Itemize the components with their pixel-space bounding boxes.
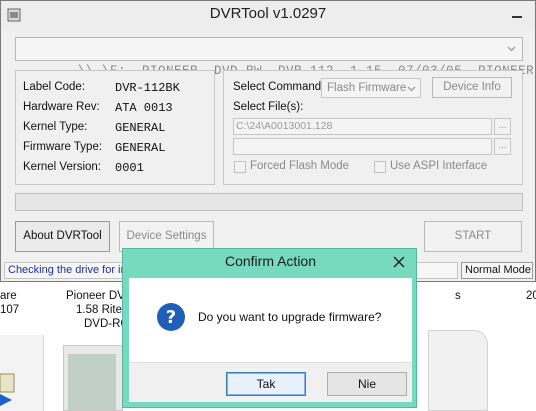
confirm-dialog: Confirm Action ? Do you want to upgrade … <box>122 248 417 408</box>
no-button[interactable]: Nie <box>327 372 407 396</box>
bg-file-label: 107 <box>0 304 20 316</box>
document-icon <box>428 330 488 411</box>
bg-file-label: Pioneer DV <box>66 290 125 302</box>
bg-file-label: s <box>455 290 461 302</box>
select-files-label: Select File(s): <box>233 101 304 113</box>
info-value: DVR-112BK <box>115 81 180 95</box>
bg-thumbnail-image <box>68 354 116 410</box>
progress-bar <box>15 193 523 211</box>
start-button[interactable]: START <box>424 221 522 252</box>
svg-text:?: ? <box>166 307 176 328</box>
info-value: GENERAL <box>115 141 166 155</box>
forced-flash-checkbox[interactable] <box>234 161 246 173</box>
info-label: Hardware Rev: <box>23 101 100 113</box>
info-label: Label Code: <box>23 81 86 93</box>
bg-file-label: 1.58 Ritel <box>76 304 125 316</box>
dialog-title: Confirm Action <box>224 253 317 269</box>
installer-icon <box>0 373 15 406</box>
command-panel: Select Command: Flash Firmware Device In… <box>223 70 523 185</box>
info-label: Firmware Type: <box>23 141 103 153</box>
chevron-down-icon <box>507 46 516 52</box>
file1-field[interactable]: C:\24\A0013001.128 <box>233 118 492 135</box>
dialog-body: ? Do you want to upgrade firmware? Tak N… <box>129 278 412 402</box>
browse-file1-button[interactable]: ... <box>494 118 511 135</box>
info-value: GENERAL <box>115 121 166 135</box>
question-icon: ? <box>157 303 185 331</box>
info-value: 0001 <box>115 161 144 175</box>
browse-file2-button[interactable]: ... <box>494 138 511 155</box>
minimize-icon[interactable] <box>507 4 527 24</box>
info-value: ATA 0013 <box>115 101 173 115</box>
aspi-label: Use ASPI Interface <box>390 160 488 172</box>
title-bar[interactable]: DVRTool v1.0297 <box>1 1 535 31</box>
bg-file-label: 20 <box>526 290 536 302</box>
device-info-button[interactable]: Device Info <box>432 77 512 98</box>
drive-info-panel: Label Code: DVR-112BK Hardware Rev: ATA … <box>15 70 215 185</box>
window-title: DVRTool v1.0297 <box>209 5 327 22</box>
dialog-message: Do you want to upgrade firmware? <box>198 310 382 324</box>
info-label: Kernel Type: <box>23 121 88 133</box>
drive-selector[interactable]: \\.\F: PIONEER DVD-RW DVR-112 1.15 07/03… <box>15 37 534 78</box>
aspi-checkbox[interactable] <box>374 161 386 173</box>
about-button[interactable]: About DVRTool <box>15 221 110 252</box>
command-select-value: Flash Firmware <box>327 82 407 94</box>
yes-button[interactable]: Tak <box>226 372 306 396</box>
status-mode: Normal Mode <box>461 262 533 279</box>
chevron-down-icon <box>407 86 416 92</box>
bg-file-label: are <box>0 290 17 302</box>
desktop: DVRTool v1.0297 \\.\F: PIONEER DVD-RW DV… <box>0 0 536 411</box>
forced-flash-label: Forced Flash Mode <box>250 160 350 172</box>
select-command-label: Select Command: <box>233 81 325 93</box>
command-select[interactable]: Flash Firmware <box>321 78 421 98</box>
close-icon[interactable] <box>388 253 410 271</box>
dvrtool-window: DVRTool v1.0297 \\.\F: PIONEER DVD-RW DV… <box>0 0 536 282</box>
bg-thumbnail <box>63 345 123 411</box>
info-label: Kernel Version: <box>23 161 101 173</box>
file2-field[interactable] <box>233 138 492 155</box>
dialog-footer: Tak Nie <box>129 362 412 402</box>
